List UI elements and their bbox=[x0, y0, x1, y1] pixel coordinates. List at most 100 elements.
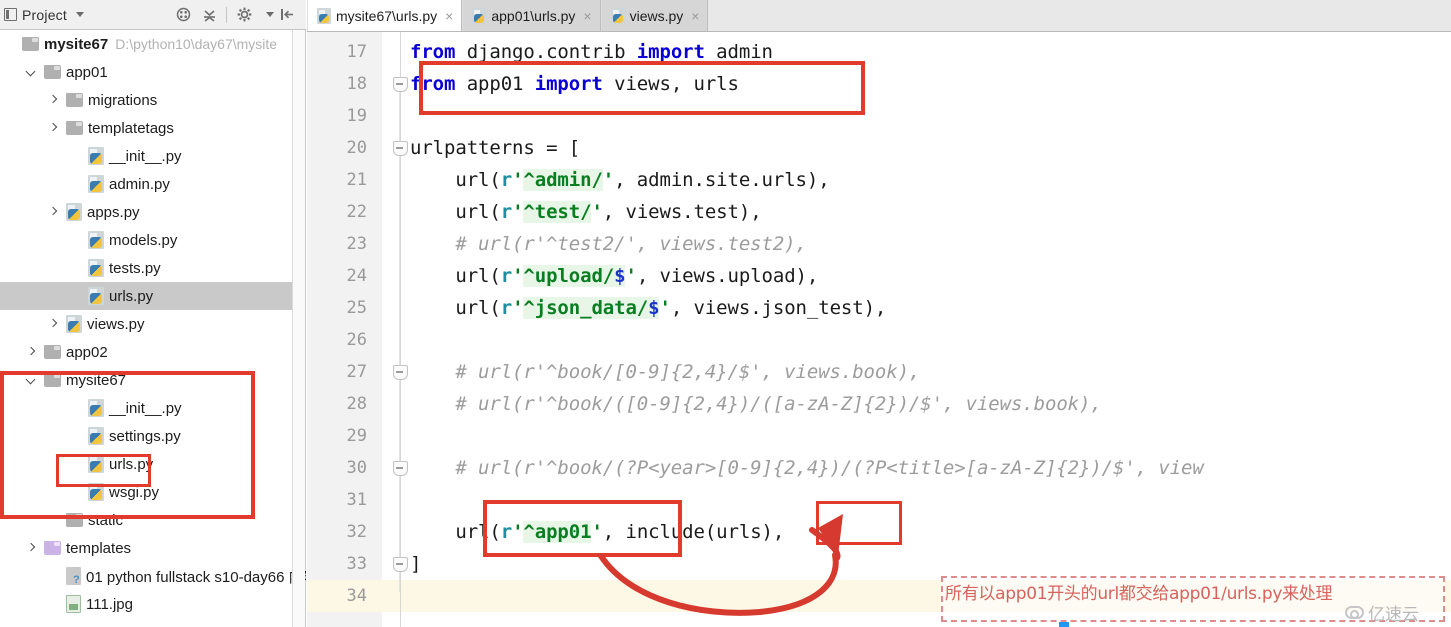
gear-chevron-down-icon[interactable] bbox=[266, 12, 274, 17]
chevron-down-icon[interactable] bbox=[25, 66, 38, 79]
editor-tab-mysite67-urls-py[interactable]: mysite67\urls.py × bbox=[307, 0, 463, 31]
python-file-icon bbox=[88, 231, 104, 249]
project-panel-title: Project bbox=[22, 6, 67, 23]
tree-item-models-py[interactable]: models.py bbox=[0, 226, 306, 254]
tree-item-app02[interactable]: app02 bbox=[0, 338, 306, 366]
project-tree-scrollbar[interactable] bbox=[292, 30, 305, 627]
tree-item--init-py[interactable]: __init__.py bbox=[0, 394, 306, 422]
fold-toggle-icon[interactable] bbox=[393, 68, 408, 100]
tree-item-static[interactable]: static bbox=[0, 506, 306, 534]
chevron-right-icon[interactable] bbox=[47, 206, 60, 219]
folder-icon bbox=[44, 373, 61, 387]
python-file-icon bbox=[88, 175, 104, 193]
watermark-text: 亿速云 bbox=[1368, 605, 1419, 624]
line-number: 27 bbox=[346, 362, 367, 382]
line-number: 17 bbox=[346, 42, 367, 62]
editor-tab-label: mysite67\urls.py bbox=[336, 7, 438, 24]
unknown-file-icon bbox=[66, 567, 81, 586]
fold-toggle-icon[interactable] bbox=[393, 132, 408, 164]
chevron-right-icon[interactable] bbox=[47, 94, 60, 107]
tree-item-tests-py[interactable]: tests.py bbox=[0, 254, 306, 282]
hide-panel-icon[interactable] bbox=[274, 2, 300, 28]
tree-item-label: __init__.py bbox=[109, 147, 182, 165]
code-line: url(r'^admin/', admin.site.urls), bbox=[410, 169, 830, 191]
code-line: # url(r'^book/([0-9]{2,4})/([a-zA-Z]{2})… bbox=[410, 393, 1102, 415]
tree-item-label: static bbox=[88, 511, 124, 529]
project-tree[interactable]: mysite67 D:\python10\day67\mysite app01 mig… bbox=[0, 30, 306, 627]
python-file-icon bbox=[88, 259, 104, 277]
python-file-icon bbox=[88, 399, 104, 417]
tree-item-01-python-fullstack-s10-day66-[interactable]: 01 python fullstack s10-day66 内容 bbox=[0, 562, 306, 590]
fold-toggle-icon[interactable] bbox=[393, 548, 408, 580]
chevron-right-icon[interactable] bbox=[25, 346, 38, 359]
line-number: 32 bbox=[346, 522, 367, 542]
tree-item-apps-py[interactable]: apps.py bbox=[0, 198, 306, 226]
editor-area: mysite67\urls.py × app01\urls.py × views.py ×… bbox=[307, 0, 1451, 627]
folder-icon bbox=[66, 93, 83, 107]
code-line: ] bbox=[410, 553, 422, 575]
line-number: 29 bbox=[346, 426, 367, 446]
tree-item-label: wsgi.py bbox=[109, 483, 160, 501]
fold-toggle-icon[interactable] bbox=[393, 356, 408, 388]
close-icon[interactable]: × bbox=[691, 9, 699, 23]
folder-icon bbox=[66, 513, 83, 527]
folder-icon bbox=[44, 345, 61, 359]
tree-item-settings-py[interactable]: settings.py bbox=[0, 422, 306, 450]
locate-icon[interactable] bbox=[170, 2, 196, 28]
editor-tab-label: app01\urls.py bbox=[491, 7, 576, 24]
tree-item-label: tests.py bbox=[109, 259, 161, 277]
chevron-right-icon[interactable] bbox=[47, 318, 60, 331]
tree-item-views-py[interactable]: views.py bbox=[0, 310, 306, 338]
editor-tab-bar[interactable]: mysite67\urls.py × app01\urls.py × views.py × bbox=[307, 0, 1451, 32]
code-line: url(r'^json_data/$', views.json_test), bbox=[410, 297, 887, 319]
line-number: 21 bbox=[346, 170, 367, 190]
chevron-right-icon[interactable] bbox=[47, 122, 60, 135]
line-number: 25 bbox=[346, 298, 367, 318]
chevron-right-icon[interactable] bbox=[25, 542, 38, 555]
close-icon[interactable]: × bbox=[583, 9, 591, 23]
tree-item-migrations[interactable]: migrations bbox=[0, 86, 306, 114]
code-editor[interactable]: from django.contrib import admin from app… bbox=[307, 32, 1451, 627]
chevron-down-icon[interactable] bbox=[25, 374, 38, 387]
editor-tab-app01-urls-py[interactable]: app01\urls.py × bbox=[462, 0, 601, 31]
tree-item-app01[interactable]: app01 bbox=[0, 58, 306, 86]
fold-toggle-icon[interactable] bbox=[393, 452, 408, 484]
code-line: url(r'^app01', include(urls), bbox=[410, 521, 785, 543]
folder-icon bbox=[66, 121, 83, 135]
python-file-icon bbox=[472, 7, 487, 24]
text-caret bbox=[1059, 622, 1069, 627]
tree-item-mysite67[interactable]: mysite67 D:\python10\day67\mysite bbox=[0, 30, 306, 58]
close-icon[interactable]: × bbox=[445, 9, 453, 23]
watermark: 亿速云 bbox=[1345, 600, 1419, 625]
collapse-all-icon[interactable] bbox=[196, 2, 222, 28]
project-panel-icon bbox=[4, 8, 17, 21]
tree-item-templates[interactable]: templates bbox=[0, 534, 306, 562]
tree-item-templatetags[interactable]: templatetags bbox=[0, 114, 306, 142]
tree-item-label: mysite67 bbox=[66, 371, 127, 389]
python-file-icon bbox=[88, 287, 104, 305]
chevron-down-icon[interactable] bbox=[75, 12, 84, 17]
tree-item-urls-py[interactable]: urls.py bbox=[0, 282, 306, 310]
tree-item-mysite67[interactable]: mysite67 bbox=[0, 366, 306, 394]
tree-item-label: urls.py bbox=[109, 287, 154, 305]
annotation-note-text: 所有以app01开头的url都交给app01/urls.py来处理 bbox=[945, 584, 1333, 604]
tree-item-label: views.py bbox=[87, 315, 145, 333]
tree-item-label: models.py bbox=[109, 231, 178, 249]
editor-tab-views-py[interactable]: views.py × bbox=[600, 0, 709, 31]
tree-item-label: admin.py bbox=[109, 175, 170, 193]
gear-icon[interactable] bbox=[231, 2, 257, 28]
python-file-icon bbox=[88, 455, 104, 473]
tree-item--init-py[interactable]: __init__.py bbox=[0, 142, 306, 170]
code-line: # url(r'^book/(?P<year>[0-9]{2,4})/(?P<t… bbox=[410, 457, 1204, 479]
tree-item-wsgi-py[interactable]: wsgi.py bbox=[0, 478, 306, 506]
tree-item-111-jpg[interactable]: 111.jpg bbox=[0, 590, 306, 618]
tree-item-urls-py[interactable]: urls.py bbox=[0, 450, 306, 478]
tree-item-admin-py[interactable]: admin.py bbox=[0, 170, 306, 198]
